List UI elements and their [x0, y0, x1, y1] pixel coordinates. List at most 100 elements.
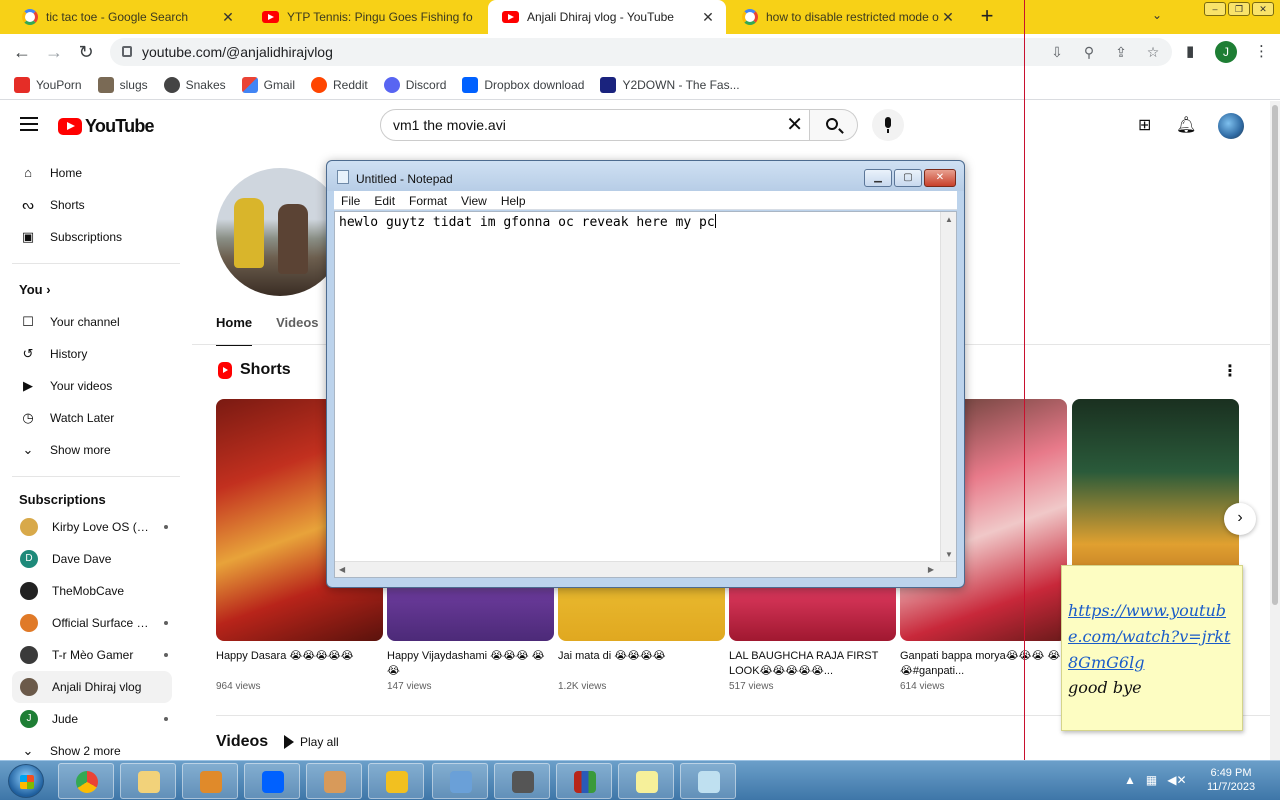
tab-home[interactable]: Home: [216, 315, 253, 346]
tool-icon[interactable]: [306, 763, 362, 799]
tab-search-chevron-icon[interactable]: ⌄: [1152, 8, 1162, 22]
sidebar-item-history[interactable]: ↺ History: [12, 338, 172, 370]
install-icon[interactable]: ⇩: [1048, 44, 1066, 60]
close-icon[interactable]: ✕: [220, 9, 236, 26]
tab-google-search[interactable]: tic tac toe - Google Search ✕: [8, 0, 246, 34]
maximize-button[interactable]: ❐: [1228, 2, 1250, 16]
short-title[interactable]: Happy Vijaydashami 😭😭😭 😭😭: [387, 649, 554, 679]
taskbar-clock[interactable]: 6:49 PM 11/7/2023: [1196, 766, 1266, 794]
sidebar-item-your-channel[interactable]: ☐ Your channel: [12, 306, 172, 338]
subscription-tr-meo-gamer[interactable]: T-r Mèo Gamer: [12, 639, 172, 671]
play-all-button[interactable]: Play all: [284, 735, 339, 749]
channel-avatar[interactable]: [216, 168, 344, 296]
winrar-icon[interactable]: [556, 763, 612, 799]
horizontal-scrollbar[interactable]: ◀ ▶: [335, 561, 956, 577]
scroll-down-icon[interactable]: ▼: [945, 550, 953, 559]
sidebar-you-heading[interactable]: You ›: [19, 282, 51, 297]
movie-maker-icon[interactable]: [494, 763, 550, 799]
menu-help[interactable]: Help: [494, 191, 533, 209]
subscription-jude[interactable]: J Jude: [12, 703, 172, 735]
minimize-button[interactable]: –: [1204, 2, 1226, 16]
tab-anjali-dhiraj-vlog[interactable]: Anjali Dhiraj vlog - YouTube ✕: [488, 0, 726, 34]
sidebar-item-subscriptions[interactable]: ▣ Subscriptions: [12, 221, 172, 253]
minimize-button[interactable]: ▁: [864, 169, 892, 187]
notepad-titlebar[interactable]: Untitled - Notepad ▁ ▢ ✕: [327, 161, 964, 191]
menu-edit[interactable]: Edit: [367, 191, 402, 209]
address-bar[interactable]: youtube.com/@anjalidhirajvlog ⇩ ⚲ ⇪ ☆: [110, 38, 1172, 66]
account-avatar[interactable]: [1218, 113, 1244, 139]
short-title[interactable]: Jai mata di 😭😭😭😭: [558, 649, 725, 679]
notepad-text[interactable]: hewlo guytz tidat im gfonna oc reveak he…: [339, 214, 716, 230]
bookmark-slugs[interactable]: slugs: [97, 76, 148, 93]
sidebar-show-more-subscriptions[interactable]: ⌄ Show 2 more: [12, 735, 172, 760]
short-title[interactable]: Happy Dasara 😭😭😭😭😭: [216, 649, 383, 679]
sticky-note[interactable]: https://www.youtube.com/watch?v=jrkt8GmG…: [1061, 565, 1243, 731]
hamburger-menu-icon[interactable]: [20, 117, 38, 131]
side-panel-icon[interactable]: ▮: [1186, 42, 1194, 60]
show-hidden-icons-icon[interactable]: ▲: [1124, 773, 1136, 787]
volume-muted-icon[interactable]: ◀✕: [1167, 773, 1186, 787]
bookmark-snakes[interactable]: Snakes: [163, 76, 226, 93]
search-button[interactable]: [810, 109, 858, 141]
subscription-kirby-love-os[interactable]: Kirby Love OS (M...: [12, 511, 172, 543]
scroll-right-icon[interactable]: ▶: [928, 565, 934, 574]
page-scrollbar[interactable]: [1270, 101, 1280, 760]
reload-icon[interactable]: ↻: [74, 41, 98, 63]
subscription-dave-dave[interactable]: D Dave Dave: [12, 543, 172, 575]
scroll-up-icon[interactable]: ▲: [945, 215, 953, 224]
menu-format[interactable]: Format: [402, 191, 454, 209]
voice-search-mic-icon[interactable]: [872, 109, 904, 141]
bookmark-discord[interactable]: Discord: [383, 76, 446, 93]
chrome-icon[interactable]: [58, 763, 114, 799]
sidebar-item-watch-later[interactable]: ◷ Watch Later: [12, 402, 172, 434]
bookmark-y2down[interactable]: Y2DOWN - The Fas...: [600, 76, 740, 93]
tab-videos[interactable]: Videos: [276, 315, 318, 346]
media-player-icon[interactable]: [182, 763, 238, 799]
tab-restricted-mode[interactable]: how to disable restricted mode o ✕: [728, 0, 966, 34]
close-window-button[interactable]: ✕: [1252, 2, 1274, 16]
menu-kebab-icon[interactable]: ⋮: [1254, 42, 1269, 60]
bookmark-dropbox[interactable]: Dropbox download: [462, 76, 584, 93]
bookmark-gmail[interactable]: Gmail: [241, 76, 295, 93]
scroll-left-icon[interactable]: ◀: [339, 565, 345, 574]
bookmark-youporn[interactable]: YouPorn: [14, 76, 82, 93]
sidebar-item-your-videos[interactable]: ▶ Your videos: [12, 370, 172, 402]
sidebar-item-shorts[interactable]: ᔓ Shorts: [12, 189, 172, 221]
start-button[interactable]: [8, 764, 44, 798]
sticky-note-link[interactable]: https://www.youtube.com/watch?v=jrkt8GmG…: [1068, 598, 1240, 676]
create-video-icon[interactable]: ⊞: [1138, 115, 1151, 135]
sidebar-item-show-more[interactable]: ⌄ Show more: [12, 434, 172, 466]
shorts-next-chevron-icon[interactable]: ›: [1224, 503, 1256, 535]
maximize-button[interactable]: ▢: [894, 169, 922, 187]
share-icon[interactable]: ⇪: [1112, 44, 1130, 60]
tab-ytp-tennis[interactable]: YTP Tennis: Pingu Goes Fishing fo: [248, 0, 486, 34]
sticky-notes-icon[interactable]: [618, 763, 674, 799]
short-title[interactable]: Ganpati bappa morya😭😭😭 😭😭#ganpati...: [900, 649, 1067, 679]
sidebar-item-home[interactable]: ⌂ Home: [12, 157, 172, 189]
close-icon[interactable]: ✕: [940, 9, 956, 26]
bookmark-star-icon[interactable]: ☆: [1144, 44, 1162, 60]
youtube-logo[interactable]: YouTube: [58, 116, 155, 137]
close-icon[interactable]: ✕: [700, 9, 716, 26]
file-explorer-icon[interactable]: [120, 763, 176, 799]
dropbox-icon[interactable]: [244, 763, 300, 799]
subscription-anjali-dhiraj-vlog[interactable]: Anjali Dhiraj vlog: [12, 671, 172, 703]
notifications-bell-icon[interactable]: 🔔︎: [1176, 115, 1196, 135]
search-input[interactable]: [393, 117, 773, 133]
short-title[interactable]: LAL BAUGHCHA RAJA FIRST LOOK😭😭😭😭😭...: [729, 649, 896, 679]
forward-arrow-icon[interactable]: →: [42, 41, 66, 63]
shorts-menu-kebab-icon[interactable]: ⋮: [1222, 361, 1238, 381]
photo-viewer-icon[interactable]: [432, 763, 488, 799]
pencil-icon[interactable]: [368, 763, 424, 799]
zoom-icon[interactable]: ⚲: [1080, 44, 1098, 60]
close-button[interactable]: ✕: [924, 169, 956, 187]
bookmark-reddit[interactable]: Reddit: [311, 76, 368, 93]
notepad-icon[interactable]: [680, 763, 736, 799]
clear-search-icon[interactable]: ✕: [786, 115, 803, 135]
profile-avatar[interactable]: J: [1215, 41, 1237, 63]
menu-file[interactable]: File: [334, 191, 367, 209]
back-arrow-icon[interactable]: ←: [10, 41, 34, 63]
new-tab-button[interactable]: +: [976, 5, 998, 28]
subscription-official-surface[interactable]: Official Surface R...: [12, 607, 172, 639]
notepad-text-area[interactable]: hewlo guytz tidat im gfonna oc reveak he…: [334, 211, 957, 578]
